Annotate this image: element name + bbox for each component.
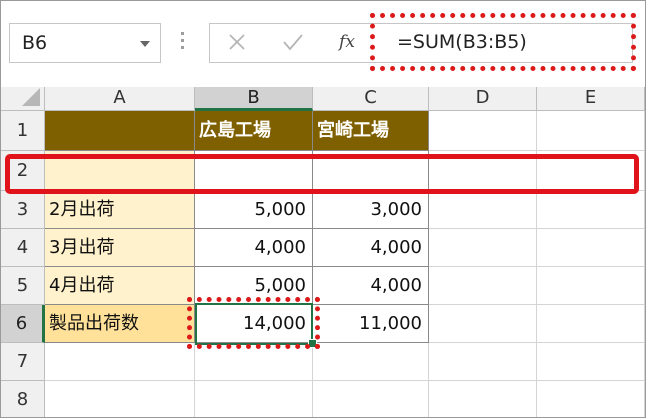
- cell-e5[interactable]: [537, 267, 645, 305]
- cell-d5[interactable]: [429, 267, 537, 305]
- row-header-1[interactable]: 1: [1, 111, 45, 151]
- cell-c6[interactable]: 11,000: [313, 305, 429, 343]
- cancel-x-icon[interactable]: [223, 27, 251, 57]
- cell-a8[interactable]: [45, 381, 195, 417]
- cell-a3[interactable]: 2月出荷: [45, 191, 195, 229]
- cell-d7[interactable]: [429, 343, 537, 381]
- formula-bar: B6 fx =SUM(B3:B5): [1, 1, 645, 87]
- insert-function-icon[interactable]: fx: [333, 27, 361, 57]
- formula-highlight-marker: [370, 13, 636, 71]
- cell-a7[interactable]: [45, 343, 195, 381]
- column-header-a[interactable]: A: [45, 87, 195, 111]
- cell-d3[interactable]: [429, 191, 537, 229]
- row-header-7[interactable]: 7: [1, 343, 45, 381]
- cell-c4[interactable]: 4,000: [313, 229, 429, 267]
- column-header-c[interactable]: C: [313, 87, 429, 111]
- name-box[interactable]: B6: [9, 23, 161, 63]
- column-header-e[interactable]: E: [537, 87, 645, 111]
- cell-b1[interactable]: 広島工場: [195, 111, 313, 151]
- cell-c1[interactable]: 宮崎工場: [313, 111, 429, 151]
- spreadsheet-window: B6 fx =SUM(B3:B5) A B C D E 1 2 3 4 5 6 …: [0, 0, 646, 418]
- cell-c5[interactable]: 4,000: [313, 267, 429, 305]
- dropdown-arrow-icon[interactable]: [140, 41, 150, 47]
- cell-e6[interactable]: [537, 305, 645, 343]
- cell-a1[interactable]: [45, 111, 195, 151]
- cell-a5[interactable]: 4月出荷: [45, 267, 195, 305]
- total-cell-highlight-marker: [187, 297, 320, 349]
- cell-d8[interactable]: [429, 381, 537, 417]
- column-header-d[interactable]: D: [429, 87, 537, 111]
- cell-b3[interactable]: 5,000: [195, 191, 313, 229]
- cell-c3[interactable]: 3,000: [313, 191, 429, 229]
- cell-a6[interactable]: 製品出荷数: [45, 305, 195, 343]
- row-header-8[interactable]: 8: [1, 381, 45, 417]
- select-all-triangle-icon: [22, 88, 40, 106]
- row-header-3[interactable]: 3: [1, 191, 45, 229]
- row-2-highlight-marker: [5, 154, 639, 194]
- cell-e3[interactable]: [537, 191, 645, 229]
- cell-b8[interactable]: [195, 381, 313, 417]
- formula-bar-grip[interactable]: [181, 32, 185, 54]
- row-header-5[interactable]: 5: [1, 267, 45, 305]
- cell-c8[interactable]: [313, 381, 429, 417]
- row-header-6[interactable]: 6: [1, 305, 45, 343]
- cell-c7[interactable]: [313, 343, 429, 381]
- cell-a4[interactable]: 3月出荷: [45, 229, 195, 267]
- cell-d4[interactable]: [429, 229, 537, 267]
- enter-check-icon[interactable]: [279, 27, 307, 57]
- column-header-b[interactable]: B: [195, 87, 313, 111]
- cell-d1[interactable]: [429, 111, 537, 151]
- cell-e1[interactable]: [537, 111, 645, 151]
- cell-e8[interactable]: [537, 381, 645, 417]
- cell-e4[interactable]: [537, 229, 645, 267]
- select-all-button[interactable]: [1, 87, 45, 111]
- cell-b4[interactable]: 4,000: [195, 229, 313, 267]
- cell-d6[interactable]: [429, 305, 537, 343]
- name-box-value[interactable]: B6: [22, 32, 47, 54]
- cell-e7[interactable]: [537, 343, 645, 381]
- row-header-4[interactable]: 4: [1, 229, 45, 267]
